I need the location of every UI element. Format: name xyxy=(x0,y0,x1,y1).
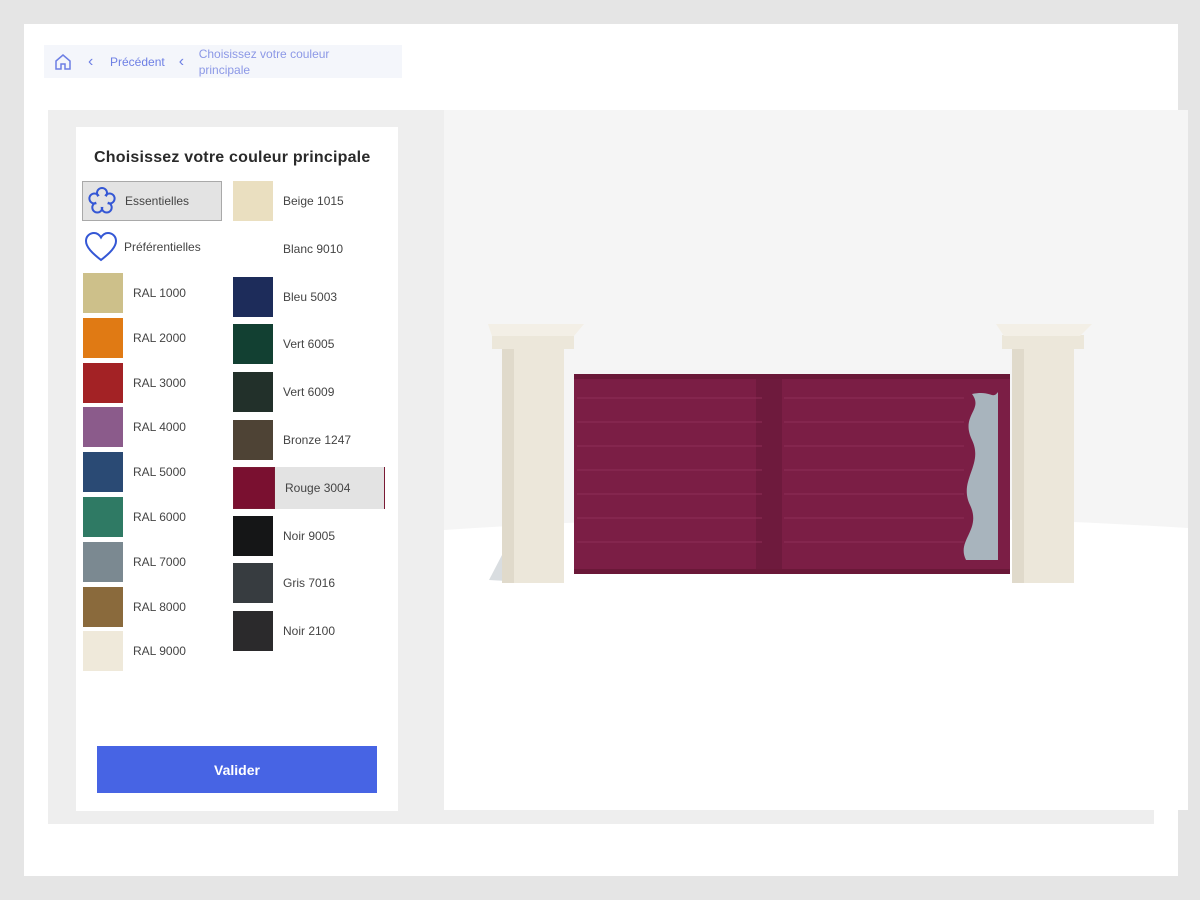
color-swatch[interactable] xyxy=(234,467,274,508)
color-swatch[interactable] xyxy=(233,276,273,317)
flower-icon xyxy=(83,185,121,217)
color-swatch[interactable] xyxy=(83,497,123,537)
color-swatch[interactable] xyxy=(83,452,123,493)
color-swatch-row[interactable]: Vert 6009 xyxy=(233,371,385,413)
chevron-left-icon: ‹ xyxy=(178,52,185,70)
color-swatch-row[interactable]: RAL 8000 xyxy=(83,586,229,628)
gate-preview[interactable] xyxy=(444,110,1188,810)
color-swatch-row[interactable]: RAL 7000 xyxy=(83,541,229,583)
color-swatch[interactable] xyxy=(83,631,123,672)
color-swatch-label: RAL 5000 xyxy=(133,465,186,480)
color-swatch[interactable] xyxy=(83,586,123,627)
color-swatch[interactable] xyxy=(233,324,273,365)
color-swatch-label: Gris 7016 xyxy=(283,576,336,591)
category-essentielles[interactable]: Essentielles xyxy=(82,181,222,221)
color-swatch-label: RAL 2000 xyxy=(133,330,186,345)
category-label: Essentielles xyxy=(125,194,190,208)
previous-link[interactable]: Précédent xyxy=(110,55,165,69)
chevron-left-icon: ‹ xyxy=(88,52,94,70)
heart-icon xyxy=(82,231,120,263)
color-swatch-row[interactable]: RAL 9000 xyxy=(83,630,229,672)
color-swatch-row[interactable]: RAL 1000 xyxy=(83,272,229,314)
color-swatch-row[interactable]: RAL 3000 xyxy=(83,362,229,404)
category-preferentielles[interactable]: Préférentielles xyxy=(82,227,222,267)
color-swatch[interactable] xyxy=(83,273,123,313)
color-swatch-label: RAL 8000 xyxy=(133,599,186,614)
color-swatch-row[interactable]: Gris 7016 xyxy=(233,562,385,604)
color-swatch[interactable] xyxy=(233,420,273,460)
color-swatch-row[interactable]: Vert 6005 xyxy=(233,323,385,365)
color-swatch-row[interactable]: RAL 4000 xyxy=(83,406,229,448)
breadcrumb: ‹ Précédent ‹ Choisissez votre couleur p… xyxy=(44,45,402,78)
color-swatch[interactable] xyxy=(233,181,273,221)
color-swatch-row[interactable]: RAL 5000 xyxy=(83,451,229,493)
color-swatch[interactable] xyxy=(83,407,123,448)
color-swatch-row[interactable]: RAL 2000 xyxy=(83,317,229,359)
color-swatch-label: RAL 7000 xyxy=(133,554,186,569)
home-icon[interactable] xyxy=(52,51,74,73)
color-swatch[interactable] xyxy=(233,228,273,269)
color-swatch-label: Rouge 3004 xyxy=(274,466,384,509)
gate-left-leaf xyxy=(574,376,764,573)
color-swatch-row[interactable]: Blanc 9010 xyxy=(233,228,385,270)
color-swatch[interactable] xyxy=(83,317,123,358)
color-swatch-label: Noir 2100 xyxy=(283,624,336,639)
color-swatch-row[interactable]: Rouge 3004 xyxy=(233,466,385,509)
color-swatch-label: RAL 6000 xyxy=(133,510,186,524)
category-label: Préférentielles xyxy=(124,240,201,254)
color-swatch-row[interactable]: Beige 1015 xyxy=(233,180,385,222)
color-swatch-label: Bleu 5003 xyxy=(283,289,338,304)
color-swatch[interactable] xyxy=(83,541,123,582)
color-swatch[interactable] xyxy=(233,372,273,413)
color-swatch-row[interactable]: RAL 6000 xyxy=(83,496,229,538)
panel-title: Choisissez votre couleur principale xyxy=(94,149,371,166)
color-swatch[interactable] xyxy=(83,362,123,403)
color-swatch-label: Beige 1015 xyxy=(283,194,344,208)
validate-button[interactable]: Valider xyxy=(97,746,377,793)
color-swatch-label: Noir 9005 xyxy=(283,528,336,543)
color-panel: Choisissez votre couleur principale Esse… xyxy=(76,127,398,811)
color-swatch[interactable] xyxy=(233,611,273,652)
color-swatch[interactable] xyxy=(233,515,273,556)
color-swatch-label: RAL 4000 xyxy=(133,420,186,435)
color-swatch-row[interactable]: Bronze 1247 xyxy=(233,419,385,461)
color-swatch-label: RAL 1000 xyxy=(133,286,186,300)
color-swatch-label: Vert 6009 xyxy=(283,385,335,400)
color-swatch[interactable] xyxy=(233,563,273,604)
color-swatch-label: Bronze 1247 xyxy=(283,433,352,447)
color-swatch-row[interactable]: Noir 9005 xyxy=(233,515,385,557)
color-swatch-label: Blanc 9010 xyxy=(283,241,344,256)
color-swatch-label: Vert 6005 xyxy=(283,337,335,352)
color-swatch-row[interactable]: Bleu 5003 xyxy=(233,276,385,318)
color-swatch-label: RAL 3000 xyxy=(133,375,186,390)
color-swatch-row[interactable]: Noir 2100 xyxy=(233,610,385,652)
color-swatch-label: RAL 9000 xyxy=(133,644,186,659)
breadcrumb-current: Choisissez votre couleur principale xyxy=(198,46,330,77)
